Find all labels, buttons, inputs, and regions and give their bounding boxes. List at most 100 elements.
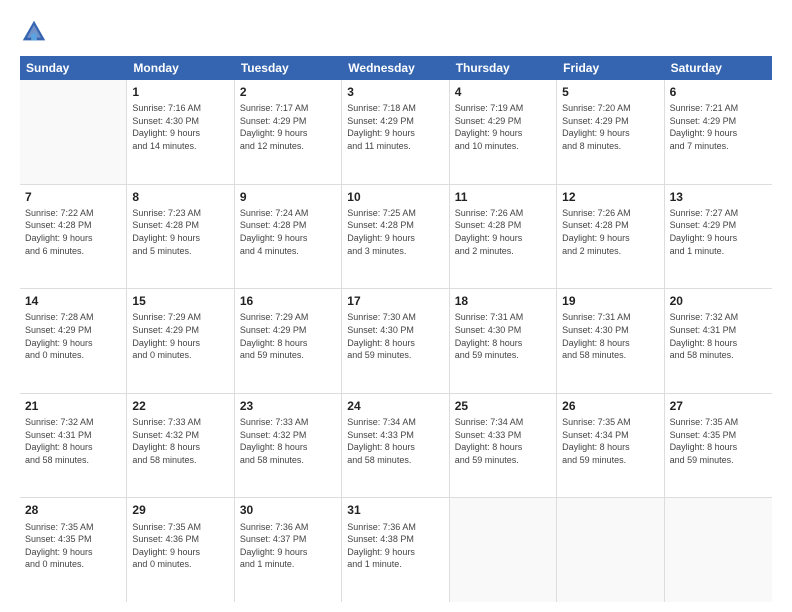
cal-cell: 16 Sunrise: 7:29 AM Sunset: 4:29 PM Dayli… xyxy=(235,289,342,393)
week-row-2: 7 Sunrise: 7:22 AM Sunset: 4:28 PM Daylig… xyxy=(20,185,772,290)
day-number: 22 xyxy=(132,398,228,414)
cal-cell xyxy=(20,80,127,184)
day-info: Sunrise: 7:26 AM Sunset: 4:28 PM Dayligh… xyxy=(455,207,551,257)
day-number: 17 xyxy=(347,293,443,309)
day-number: 27 xyxy=(670,398,767,414)
day-number: 26 xyxy=(562,398,658,414)
week-row-3: 14 Sunrise: 7:28 AM Sunset: 4:29 PM Dayli… xyxy=(20,289,772,394)
cal-cell: 7 Sunrise: 7:22 AM Sunset: 4:28 PM Daylig… xyxy=(20,185,127,289)
calendar-body: 1Sunrise: 7:16 AM Sunset: 4:30 PM Daylig… xyxy=(20,80,772,602)
cal-cell: 11 Sunrise: 7:26 AM Sunset: 4:28 PM Dayli… xyxy=(450,185,557,289)
cal-cell: 1Sunrise: 7:16 AM Sunset: 4:30 PM Daylig… xyxy=(127,80,234,184)
header-day-monday: Monday xyxy=(127,56,234,80)
cal-cell: 25 Sunrise: 7:34 AM Sunset: 4:33 PM Dayli… xyxy=(450,394,557,498)
day-info: Sunrise: 7:27 AM Sunset: 4:29 PM Dayligh… xyxy=(670,207,767,257)
day-info: Sunrise: 7:33 AM Sunset: 4:32 PM Dayligh… xyxy=(132,416,228,466)
calendar: SundayMondayTuesdayWednesdayThursdayFrid… xyxy=(20,56,772,602)
day-number: 28 xyxy=(25,502,121,518)
logo xyxy=(20,18,50,46)
day-info: Sunrise: 7:29 AM Sunset: 4:29 PM Dayligh… xyxy=(132,311,228,361)
day-number: 19 xyxy=(562,293,658,309)
day-number: 20 xyxy=(670,293,767,309)
day-number: 5 xyxy=(562,84,658,100)
header xyxy=(20,18,772,46)
cal-cell: 30Sunrise: 7:36 AM Sunset: 4:37 PM Dayli… xyxy=(235,498,342,602)
day-number: 12 xyxy=(562,189,658,205)
day-number: 23 xyxy=(240,398,336,414)
cal-cell: 19 Sunrise: 7:31 AM Sunset: 4:30 PM Dayli… xyxy=(557,289,664,393)
week-row-5: 28 Sunrise: 7:35 AM Sunset: 4:35 PM Dayli… xyxy=(20,498,772,602)
cal-cell xyxy=(557,498,664,602)
day-number: 25 xyxy=(455,398,551,414)
cal-cell: 12 Sunrise: 7:26 AM Sunset: 4:28 PM Dayli… xyxy=(557,185,664,289)
cal-cell: 2Sunrise: 7:17 AM Sunset: 4:29 PM Daylig… xyxy=(235,80,342,184)
day-number: 3 xyxy=(347,84,443,100)
day-info: Sunrise: 7:22 AM Sunset: 4:28 PM Dayligh… xyxy=(25,207,121,257)
cal-cell: 18 Sunrise: 7:31 AM Sunset: 4:30 PM Dayli… xyxy=(450,289,557,393)
day-number: 2 xyxy=(240,84,336,100)
day-number: 16 xyxy=(240,293,336,309)
header-day-sunday: Sunday xyxy=(20,56,127,80)
cal-cell: 31 Sunrise: 7:36 AM Sunset: 4:38 PM Dayli… xyxy=(342,498,449,602)
day-info: Sunrise: 7:36 AM Sunset: 4:38 PM Dayligh… xyxy=(347,521,443,571)
day-info: Sunrise: 7:32 AM Sunset: 4:31 PM Dayligh… xyxy=(25,416,121,466)
day-number: 13 xyxy=(670,189,767,205)
cal-cell: 21 Sunrise: 7:32 AM Sunset: 4:31 PM Dayli… xyxy=(20,394,127,498)
cal-cell: 10 Sunrise: 7:25 AM Sunset: 4:28 PM Dayli… xyxy=(342,185,449,289)
day-info: Sunrise: 7:34 AM Sunset: 4:33 PM Dayligh… xyxy=(347,416,443,466)
header-day-thursday: Thursday xyxy=(450,56,557,80)
day-info: Sunrise: 7:28 AM Sunset: 4:29 PM Dayligh… xyxy=(25,311,121,361)
cal-cell: 20Sunrise: 7:32 AM Sunset: 4:31 PM Dayli… xyxy=(665,289,772,393)
week-row-4: 21 Sunrise: 7:32 AM Sunset: 4:31 PM Dayli… xyxy=(20,394,772,499)
header-day-friday: Friday xyxy=(557,56,664,80)
cal-cell: 6Sunrise: 7:21 AM Sunset: 4:29 PM Daylig… xyxy=(665,80,772,184)
day-number: 31 xyxy=(347,502,443,518)
cal-cell: 5 Sunrise: 7:20 AM Sunset: 4:29 PM Daylig… xyxy=(557,80,664,184)
day-info: Sunrise: 7:26 AM Sunset: 4:28 PM Dayligh… xyxy=(562,207,658,257)
cal-cell: 4 Sunrise: 7:19 AM Sunset: 4:29 PM Daylig… xyxy=(450,80,557,184)
day-info: Sunrise: 7:19 AM Sunset: 4:29 PM Dayligh… xyxy=(455,102,551,152)
day-info: Sunrise: 7:31 AM Sunset: 4:30 PM Dayligh… xyxy=(562,311,658,361)
day-number: 29 xyxy=(132,502,228,518)
cal-cell: 8Sunrise: 7:23 AM Sunset: 4:28 PM Daylig… xyxy=(127,185,234,289)
day-number: 11 xyxy=(455,189,551,205)
day-info: Sunrise: 7:29 AM Sunset: 4:29 PM Dayligh… xyxy=(240,311,336,361)
day-info: Sunrise: 7:34 AM Sunset: 4:33 PM Dayligh… xyxy=(455,416,551,466)
day-number: 9 xyxy=(240,189,336,205)
day-number: 21 xyxy=(25,398,121,414)
day-number: 10 xyxy=(347,189,443,205)
day-info: Sunrise: 7:20 AM Sunset: 4:29 PM Dayligh… xyxy=(562,102,658,152)
calendar-header: SundayMondayTuesdayWednesdayThursdayFrid… xyxy=(20,56,772,80)
header-day-tuesday: Tuesday xyxy=(235,56,342,80)
cal-cell xyxy=(665,498,772,602)
day-info: Sunrise: 7:16 AM Sunset: 4:30 PM Dayligh… xyxy=(132,102,228,152)
cal-cell: 22 Sunrise: 7:33 AM Sunset: 4:32 PM Dayli… xyxy=(127,394,234,498)
cal-cell: 28 Sunrise: 7:35 AM Sunset: 4:35 PM Dayli… xyxy=(20,498,127,602)
cal-cell xyxy=(450,498,557,602)
day-info: Sunrise: 7:25 AM Sunset: 4:28 PM Dayligh… xyxy=(347,207,443,257)
cal-cell: 13 Sunrise: 7:27 AM Sunset: 4:29 PM Dayli… xyxy=(665,185,772,289)
day-info: Sunrise: 7:21 AM Sunset: 4:29 PM Dayligh… xyxy=(670,102,767,152)
cal-cell: 14 Sunrise: 7:28 AM Sunset: 4:29 PM Dayli… xyxy=(20,289,127,393)
cal-cell: 9 Sunrise: 7:24 AM Sunset: 4:28 PM Daylig… xyxy=(235,185,342,289)
week-row-1: 1Sunrise: 7:16 AM Sunset: 4:30 PM Daylig… xyxy=(20,80,772,185)
day-number: 4 xyxy=(455,84,551,100)
cal-cell: 24Sunrise: 7:34 AM Sunset: 4:33 PM Dayli… xyxy=(342,394,449,498)
day-info: Sunrise: 7:35 AM Sunset: 4:35 PM Dayligh… xyxy=(25,521,121,571)
day-number: 14 xyxy=(25,293,121,309)
day-info: Sunrise: 7:18 AM Sunset: 4:29 PM Dayligh… xyxy=(347,102,443,152)
day-info: Sunrise: 7:31 AM Sunset: 4:30 PM Dayligh… xyxy=(455,311,551,361)
day-number: 18 xyxy=(455,293,551,309)
day-info: Sunrise: 7:33 AM Sunset: 4:32 PM Dayligh… xyxy=(240,416,336,466)
header-day-wednesday: Wednesday xyxy=(342,56,449,80)
page: SundayMondayTuesdayWednesdayThursdayFrid… xyxy=(0,0,792,612)
cal-cell: 26Sunrise: 7:35 AM Sunset: 4:34 PM Dayli… xyxy=(557,394,664,498)
day-info: Sunrise: 7:35 AM Sunset: 4:36 PM Dayligh… xyxy=(132,521,228,571)
day-info: Sunrise: 7:24 AM Sunset: 4:28 PM Dayligh… xyxy=(240,207,336,257)
day-info: Sunrise: 7:35 AM Sunset: 4:35 PM Dayligh… xyxy=(670,416,767,466)
cal-cell: 27 Sunrise: 7:35 AM Sunset: 4:35 PM Dayli… xyxy=(665,394,772,498)
day-number: 15 xyxy=(132,293,228,309)
day-info: Sunrise: 7:23 AM Sunset: 4:28 PM Dayligh… xyxy=(132,207,228,257)
day-number: 7 xyxy=(25,189,121,205)
header-day-saturday: Saturday xyxy=(665,56,772,80)
